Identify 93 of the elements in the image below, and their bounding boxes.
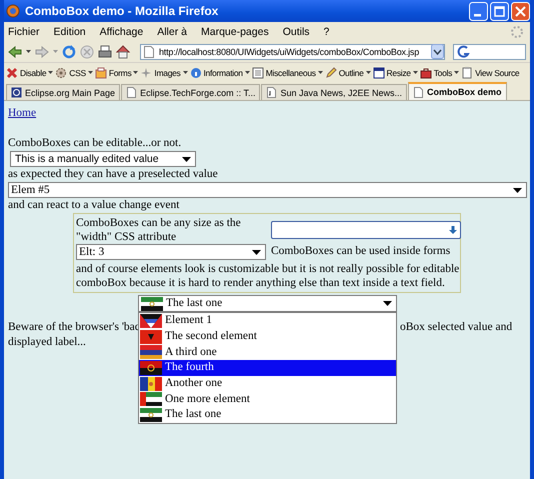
toolbar-button[interactable]: Information [190,66,250,78]
toolbar-button[interactable]: CSS [55,66,93,78]
list-option[interactable]: Element 1 [139,313,396,329]
printer-icon[interactable] [98,44,112,58]
home-link[interactable]: Home [8,106,36,121]
toolbar-button[interactable]: Forms [94,66,138,78]
flag-icon [140,345,162,360]
menu-item[interactable]: Marque-pages [200,26,269,38]
window-icon [372,66,385,78]
menu-item[interactable]: Fichier [8,26,40,38]
flag-icon [140,408,162,422]
form-icon [94,66,107,78]
warning-text: Beware of the browser's 'bac [8,320,138,335]
warning-text: displayed label... [8,335,87,350]
toolbar-button[interactable]: Disable [6,66,54,78]
menu-item[interactable]: Aller à [157,26,187,38]
dropdown-arrow-icon[interactable] [383,301,392,306]
browser-tab[interactable]: Eclipse.org Main Page [6,84,120,100]
combo-box[interactable]: Elem #5 [8,182,527,198]
caret-icon [366,71,371,74]
caret-icon[interactable] [26,50,31,53]
browser-tab[interactable]: Sun Java News, J2EE News... [261,84,408,100]
flag-icon [140,330,162,344]
caret-icon [244,71,250,74]
globe-icon [6,4,20,18]
sparkle-icon [140,66,152,78]
caret-icon [318,71,323,74]
combo-box[interactable]: This is a manually edited value [10,151,196,167]
dropdown-arrow-icon[interactable] [182,156,191,162]
intro-text: and can react to a value change event [8,198,180,213]
caret-icon [454,71,460,74]
reload-icon[interactable] [62,44,76,58]
dropdown-arrow-icon[interactable] [252,250,261,254]
combo-box[interactable]: The last one [138,295,397,312]
menu-item[interactable]: Edition [54,26,86,38]
toolbar-button[interactable]: Outline [324,66,371,78]
flag-icon [140,392,162,406]
gear-icon [55,66,68,78]
toolbar-button[interactable]: Miscellaneous [252,66,323,78]
page-icon [266,87,278,98]
toolbar-button[interactable]: Tools [420,66,460,78]
caret-icon [48,71,54,74]
toolbar-button[interactable]: View Source [461,66,520,78]
list-option[interactable]: Another one [139,376,396,392]
toolbox-icon [420,66,432,78]
caret-icon [88,71,93,74]
caret-icon [182,71,188,74]
down-arrow-icon[interactable] [449,226,457,234]
caret-icon [133,71,138,74]
globe-icon [11,87,22,98]
menu-item[interactable]: Affichage [100,26,144,38]
list-option[interactable]: The second element [139,328,396,344]
address-field[interactable]: http://localhost:8080/UIWidgets/uiWidgets/comboBox/ComboBox.jsp [140,44,445,60]
combo-box[interactable] [271,221,461,239]
list-option[interactable]: The last one [139,407,396,423]
flag-icon [140,376,162,391]
window-title: ComboBox demo - Mozilla Firefox [25,4,218,18]
menu-item[interactable]: ? [324,26,330,38]
x-icon [6,66,18,78]
list-option[interactable]: A third one [139,344,396,360]
intro-text: as expected they can have a preselected value [8,167,218,182]
panel-text: and of course elements look is customizable but it is not really possible for editable comboBox because it is hard to render anything else than text inside a text field. [76,262,460,290]
document-icon [252,66,264,78]
home-icon[interactable] [116,44,130,58]
flag-icon [141,296,163,310]
search-field[interactable] [453,44,526,60]
page-icon [144,46,154,58]
toolbar-button[interactable]: Resize [372,66,418,78]
list-option[interactable]: The fourth [139,360,396,376]
page-icon [126,87,138,98]
dropdown-arrow-icon[interactable] [513,188,522,192]
list-option[interactable]: One more element [139,391,396,408]
warning-text: oBox selected value and [400,320,514,335]
search-engine-icon [457,44,471,58]
clipboard-icon [461,66,474,78]
minimize-icon[interactable] [469,2,488,20]
intro-text: ComboBoxes can be editable...or not. [8,136,182,151]
combo-box[interactable]: Elt: 3 [76,244,266,260]
browser-tab[interactable]: Eclipse.TechForge.com :: T... [121,84,260,100]
menu-item[interactable]: Outils [282,26,310,38]
page-icon [413,86,424,98]
browser-tab[interactable]: ComboBox demo [408,82,507,100]
pencil-icon [324,66,337,78]
flag-icon [140,360,162,375]
panel-text: ComboBoxes can be used inside forms [271,244,452,259]
maximize-icon[interactable] [490,2,509,20]
close-icon[interactable] [511,2,530,20]
back-arrow-icon[interactable] [8,46,22,58]
toolbar-button[interactable]: Images [140,66,188,78]
panel-text: ComboBoxes can be any size as the "width" CSS attribute [76,216,242,244]
caret-icon [412,71,418,74]
info-icon [190,66,202,78]
throbber-icon [510,24,524,38]
